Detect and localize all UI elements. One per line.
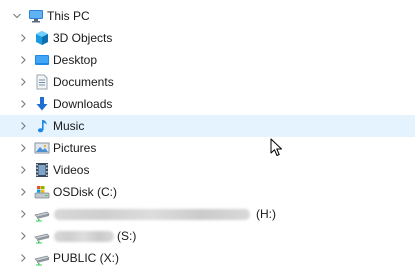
3d-objects-icon: [34, 30, 50, 46]
tree-item-3d-objects[interactable]: 3D Objects: [0, 27, 418, 49]
tree-item-label: OSDisk (C:): [53, 185, 117, 199]
chevron-down-icon[interactable]: [11, 10, 23, 22]
chevron-right-icon[interactable]: [17, 76, 29, 88]
tree-item-network-drive-h[interactable]: (H:): [0, 203, 418, 225]
chevron-right-icon[interactable]: [17, 164, 29, 176]
tree-item-desktop[interactable]: Desktop: [0, 49, 418, 71]
tree-item-label: Pictures: [53, 141, 97, 155]
downloads-icon: [34, 96, 50, 112]
tree-item-label: Music: [53, 119, 85, 133]
music-icon: [34, 118, 50, 134]
redacted-drive-name: [54, 209, 250, 220]
tree-item-downloads[interactable]: Downloads: [0, 93, 418, 115]
network-drive-icon: [34, 228, 50, 244]
tree-item-music[interactable]: Music: [0, 115, 415, 137]
tree-item-label: Videos: [53, 163, 90, 177]
videos-icon: [34, 162, 50, 178]
desktop-folder-icon: [34, 52, 50, 68]
chevron-right-icon[interactable]: [17, 142, 29, 154]
chevron-right-icon[interactable]: [17, 208, 29, 220]
tree-item-this-pc[interactable]: This PC: [0, 5, 418, 27]
tree-item-label: Desktop: [53, 53, 98, 67]
mouse-cursor-icon: [270, 138, 284, 158]
tree-item-videos[interactable]: Videos: [0, 159, 418, 181]
tree-item-label: (S:): [117, 229, 137, 243]
tree-item-label: 3D Objects: [53, 31, 113, 45]
tree-item-pictures[interactable]: Pictures: [0, 137, 418, 159]
chevron-right-icon[interactable]: [17, 230, 29, 242]
chevron-right-icon[interactable]: [17, 54, 29, 66]
tree-item-label: Downloads: [53, 97, 113, 111]
tree-item-network-drive-s[interactable]: (S:): [0, 225, 418, 247]
tree-item-label: (H:): [256, 207, 276, 221]
tree-item-documents[interactable]: Documents: [0, 71, 418, 93]
chevron-right-icon[interactable]: [17, 98, 29, 110]
network-drive-icon: [34, 206, 50, 222]
pictures-icon: [34, 140, 50, 156]
chevron-right-icon[interactable]: [17, 252, 29, 264]
tree-item-osdisk-c[interactable]: OSDisk (C:): [0, 181, 418, 203]
chevron-right-icon[interactable]: [17, 120, 29, 132]
tree-item-label: Documents: [53, 75, 114, 89]
tree-item-label: This PC: [47, 9, 90, 23]
navigation-tree: This PC 3D Objects Desktop Documents Dow…: [0, 5, 418, 269]
redacted-drive-name: [54, 231, 114, 242]
chevron-right-icon[interactable]: [17, 186, 29, 198]
documents-icon: [34, 74, 50, 90]
network-drive-icon: [34, 250, 50, 266]
chevron-right-icon[interactable]: [17, 32, 29, 44]
tree-item-label: PUBLIC (X:): [53, 251, 120, 265]
tree-item-public-x[interactable]: PUBLIC (X:): [0, 247, 418, 269]
system-drive-icon: [34, 184, 50, 200]
this-pc-icon: [28, 8, 44, 24]
